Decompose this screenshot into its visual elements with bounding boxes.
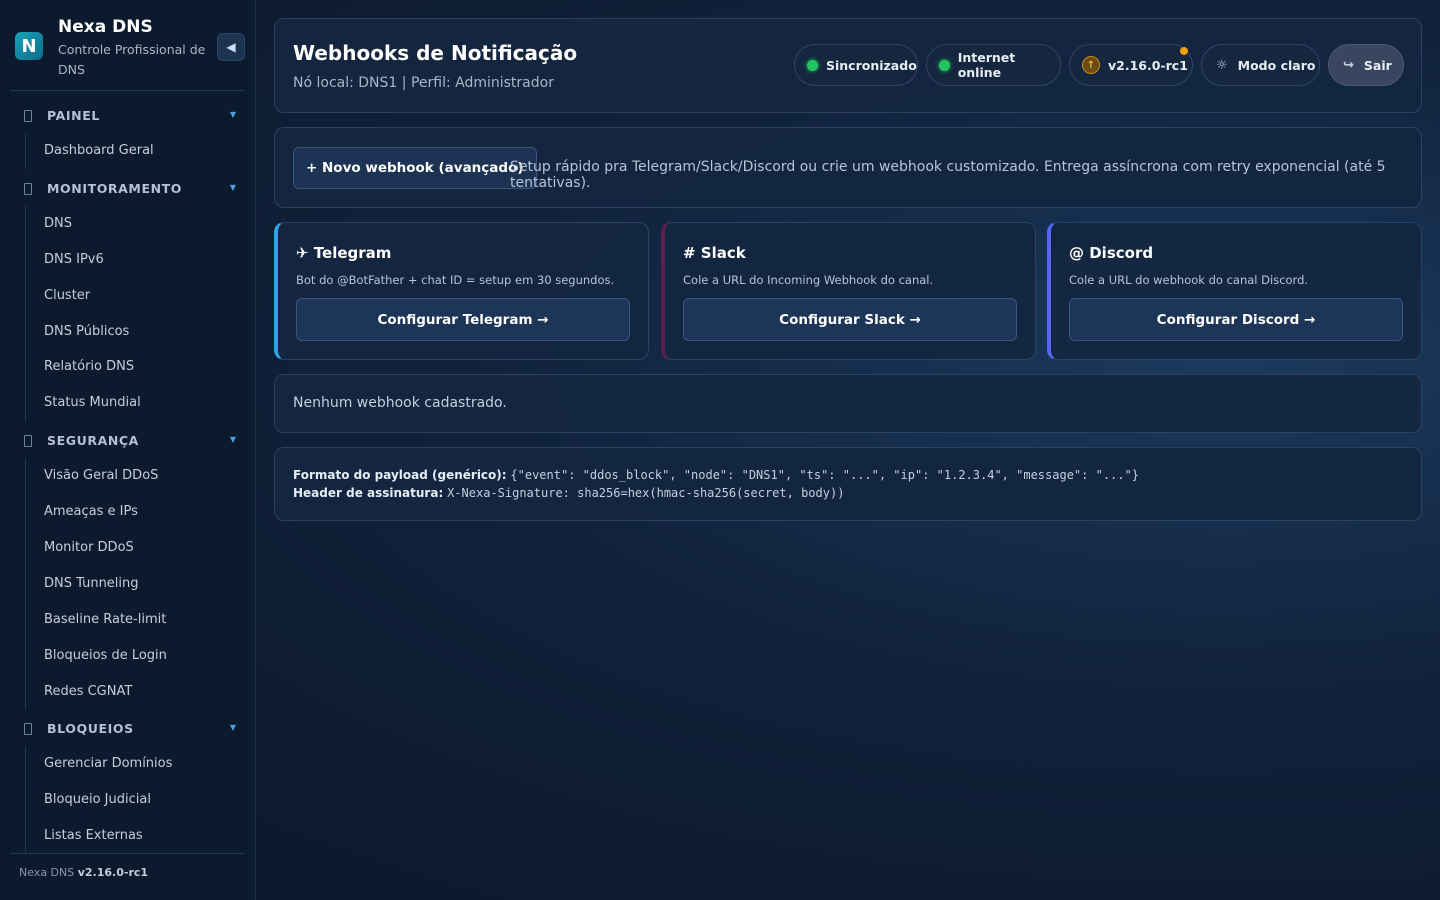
section-line xyxy=(25,746,26,853)
brand: N Nexa DNS Controle Profissional de DNS … xyxy=(0,0,256,90)
chevron-down-icon: ▼ xyxy=(229,723,236,732)
section-seguranca[interactable]: SEGURANÇA ▼ xyxy=(20,432,242,452)
collapse-sidebar-button[interactable]: ◀ xyxy=(217,33,245,61)
sidebar-item-redes-cgnat[interactable]: Redes CGNAT xyxy=(44,684,132,699)
slack-title: # Slack xyxy=(683,244,746,262)
section-line xyxy=(25,206,26,422)
sidebar-item-ameacas-ips[interactable]: Ameaças e IPs xyxy=(44,504,138,519)
sidebar-item-monitor-ddos[interactable]: Monitor DDoS xyxy=(44,540,134,555)
theme-toggle-label: Modo claro xyxy=(1237,57,1316,73)
chevron-left-icon: ◀ xyxy=(226,40,236,54)
empty-state-text: Nenhum webhook cadastrado. xyxy=(293,395,507,411)
brand-name: Nexa DNS xyxy=(58,17,153,37)
section-line xyxy=(25,458,26,710)
payload-format-label: Formato do payload (genérico): xyxy=(293,468,507,482)
sidebar-item-listas-externas[interactable]: Listas Externas xyxy=(44,828,143,843)
sidebar: N Nexa DNS Controle Profissional de DNS … xyxy=(0,0,256,900)
logout-label: Sair xyxy=(1363,57,1392,73)
discord-title: @ Discord xyxy=(1069,244,1154,262)
page-title: Webhooks de Notificação xyxy=(293,41,578,65)
footer-app-name: Nexa DNS xyxy=(19,866,75,879)
sidebar-item-status-mundial[interactable]: Status Mundial xyxy=(44,395,141,410)
divider xyxy=(10,853,245,854)
update-notification-dot xyxy=(1180,47,1188,55)
payload-info-card: Formato do payload (genérico): {"event":… xyxy=(274,447,1422,521)
version-label: v2.16.0-rc1 xyxy=(1108,57,1188,73)
sidebar-nav: PAINEL ▼ Dashboard Geral MONITORAMENTO ▼… xyxy=(0,98,256,853)
section-line xyxy=(25,133,26,169)
section-bloqueios[interactable]: BLOQUEIOS ▼ xyxy=(20,720,242,740)
logo: N xyxy=(15,32,43,60)
signature-header-value: X-Nexa-Signature: sha256=hex(hmac-sha256… xyxy=(447,486,845,500)
new-webhook-button[interactable]: + Novo webhook (avançado) xyxy=(293,147,537,189)
online-dot-icon xyxy=(807,59,818,71)
payload-format-value: {"event": "ddos_block", "node": "DNS1", … xyxy=(510,468,1139,482)
online-dot-icon xyxy=(939,59,950,71)
section-label: SEGURANÇA xyxy=(47,433,139,448)
sun-icon: ☼ xyxy=(1216,57,1228,73)
internet-status-badge[interactable]: Internet online xyxy=(926,44,1061,86)
section-label: MONITORAMENTO xyxy=(47,181,183,196)
payload-format-line: Formato do payload (genérico): {"event":… xyxy=(293,468,1139,482)
brand-subtitle: Controle Profissional de DNS xyxy=(58,42,206,77)
section-icon xyxy=(24,723,32,735)
sidebar-item-bloqueio-judicial[interactable]: Bloqueio Judicial xyxy=(44,792,151,807)
divider xyxy=(10,90,245,91)
slack-card: # Slack Cole a URL do Incoming Webhook d… xyxy=(661,222,1036,360)
section-painel[interactable]: PAINEL ▼ xyxy=(20,107,242,127)
sync-status-badge[interactable]: Sincronizado xyxy=(794,44,918,86)
intro-description: Setup rápido pra Telegram/Slack/Discord … xyxy=(510,159,1386,191)
page-subtitle: Nó local: DNS1 | Perfil: Administrador xyxy=(293,75,554,91)
sidebar-footer: Nexa DNS v2.16.0-rc1 xyxy=(19,866,148,879)
chevron-down-icon: ▼ xyxy=(229,435,236,444)
sidebar-item-gerenciar-dominios[interactable]: Gerenciar Domínios xyxy=(44,756,172,771)
signature-header-line: Header de assinatura: X-Nexa-Signature: … xyxy=(293,486,844,500)
sidebar-item-baseline-rate-limit[interactable]: Baseline Rate-limit xyxy=(44,612,166,627)
telegram-card: ✈ Telegram Bot do @BotFather + chat ID =… xyxy=(274,222,649,360)
update-arrow-icon: ↑ xyxy=(1082,56,1100,74)
section-label: BLOQUEIOS xyxy=(47,721,134,736)
sidebar-item-dns-ipv6[interactable]: DNS IPv6 xyxy=(44,252,104,267)
configure-discord-button[interactable]: Configurar Discord → xyxy=(1069,298,1403,341)
sidebar-item-dashboard-geral[interactable]: Dashboard Geral xyxy=(44,143,154,158)
logout-icon: ↪ xyxy=(1343,57,1354,73)
telegram-description: Bot do @BotFather + chat ID = setup em 3… xyxy=(296,273,615,287)
section-monitoramento[interactable]: MONITORAMENTO ▼ xyxy=(20,180,242,200)
sidebar-item-dns-tunneling[interactable]: DNS Tunneling xyxy=(44,576,139,591)
sidebar-item-relatorio-dns[interactable]: Relatório DNS xyxy=(44,359,134,374)
configure-telegram-button[interactable]: Configurar Telegram → xyxy=(296,298,630,341)
signature-header-label: Header de assinatura: xyxy=(293,486,444,500)
discord-card: @ Discord Cole a URL do webhook do canal… xyxy=(1047,222,1422,360)
version-update-button[interactable]: ↑ v2.16.0-rc1 xyxy=(1069,44,1193,86)
webhook-list-empty: Nenhum webhook cadastrado. xyxy=(274,374,1422,433)
sidebar-item-dns[interactable]: DNS xyxy=(44,216,72,231)
section-icon xyxy=(24,110,32,122)
sidebar-item-bloqueios-login[interactable]: Bloqueios de Login xyxy=(44,648,167,663)
chevron-down-icon: ▼ xyxy=(229,110,236,119)
footer-version: v2.16.0-rc1 xyxy=(77,866,149,879)
slack-description: Cole a URL do Incoming Webhook do canal. xyxy=(683,273,934,287)
sidebar-item-cluster[interactable]: Cluster xyxy=(44,288,90,303)
sidebar-item-visao-geral-ddos[interactable]: Visão Geral DDoS xyxy=(44,468,158,483)
section-label: PAINEL xyxy=(47,108,100,123)
sidebar-item-dns-publicos[interactable]: DNS Públicos xyxy=(44,324,129,339)
telegram-title: ✈ Telegram xyxy=(296,244,392,262)
chevron-down-icon: ▼ xyxy=(229,183,236,192)
discord-description: Cole a URL do webhook do canal Discord. xyxy=(1069,273,1309,287)
logout-button[interactable]: ↪ Sair xyxy=(1328,44,1404,86)
theme-toggle-button[interactable]: ☼ Modo claro xyxy=(1201,44,1320,86)
section-icon xyxy=(24,183,32,195)
page-header: Webhooks de Notificação Nó local: DNS1 |… xyxy=(274,18,1422,113)
sync-status-label: Sincronizado xyxy=(826,57,917,73)
internet-status-label: Internet online xyxy=(957,50,1016,80)
section-icon xyxy=(24,435,32,447)
configure-slack-button[interactable]: Configurar Slack → xyxy=(683,298,1017,341)
intro-card: + Novo webhook (avançado) Setup rápido p… xyxy=(274,127,1422,208)
